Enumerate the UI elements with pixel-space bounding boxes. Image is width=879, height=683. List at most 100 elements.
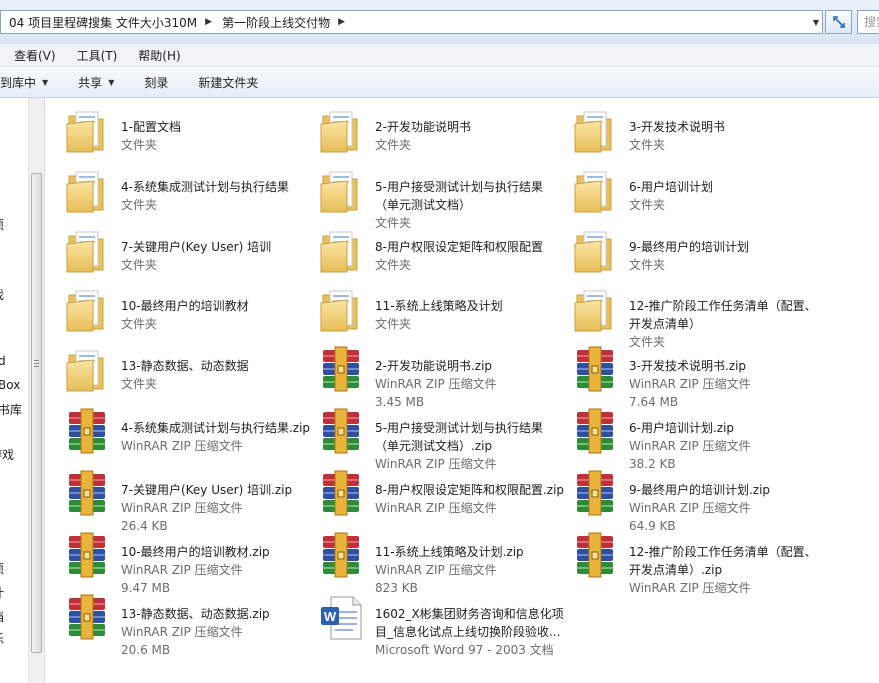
share-button[interactable]: 共享 ▼ [78,74,114,91]
svg-text:W: W [324,609,337,624]
folder-item[interactable]: 6-用户培训计划 文件夹 [571,164,821,222]
folder-item[interactable]: 4-系统集成测试计划与执行结果 文件夹 [63,164,313,222]
file-type: 文件夹 [121,198,158,212]
file-type: 文件夹 [629,258,666,272]
folder-icon [571,226,619,274]
file-name: 3-开发技术说明书 [629,120,725,134]
folder-item[interactable]: 7-关键用户(Key User) 培训 文件夹 [63,224,313,282]
file-type: 文件夹 [121,138,158,152]
file-item[interactable]: 4-系统集成测试计划与执行结果.zip WinRAR ZIP 压缩文件 [63,405,313,463]
refresh-icon [832,16,845,28]
file-type: WinRAR ZIP 压缩文件 [629,377,751,391]
file-item[interactable]: 12-推广阶段工作任务清单（配置、开发点清单）.zip WinRAR ZIP 压缩… [571,529,821,595]
folder-item[interactable]: 2-开发功能说明书 文件夹 [317,104,567,162]
folder-item[interactable]: 12-推广阶段工作任务清单（配置、开发点清单） 文件夹 [571,283,821,349]
nav-item[interactable]: 计 [0,584,4,601]
chevron-down-icon[interactable]: ▼ [809,11,823,33]
share-label: 共享 [78,75,103,90]
folder-item[interactable]: 11-系统上线策略及计划 文件夹 [317,283,567,341]
nav-item[interactable]: 戏 [0,286,4,303]
navigation-pane: 项 戏 d Box 书库 游戏 项 计 档 乐 [0,98,28,683]
refresh-button[interactable] [825,10,852,34]
file-name: 13-静态数据、动态数据.zip [121,607,270,621]
burn-button[interactable]: 刻录 [144,74,168,91]
file-item[interactable]: 10-最终用户的培训教材.zip WinRAR ZIP 压缩文件 9.47 MB [63,529,313,595]
file-name: 9-最终用户的培训计划.zip [629,483,771,497]
burn-label: 刻录 [144,75,169,90]
new-folder-button[interactable]: 新建文件夹 [198,74,258,91]
file-name: 10-最终用户的培训教材 [121,299,249,313]
winrar-icon [63,469,111,517]
file-type: WinRAR ZIP 压缩文件 [121,501,243,515]
file-name: 2-开发功能说明书 [375,120,471,134]
include-in-library-button[interactable]: 包含到库中 ▼ [0,74,48,91]
winrar-icon [571,407,619,455]
folder-item[interactable]: 10-最终用户的培训教材 文件夹 [63,283,313,341]
folder-item[interactable]: 9-最终用户的培训计划 文件夹 [571,224,821,282]
file-name: 10-最终用户的培训教材.zip [121,545,270,559]
nav-item[interactable]: 档 [0,608,4,625]
folder-item[interactable]: 8-用户权限设定矩阵和权限配置 文件夹 [317,224,567,282]
file-item[interactable]: 13-静态数据、动态数据.zip WinRAR ZIP 压缩文件 20.6 MB [63,591,313,657]
nav-scrollbar[interactable] [28,98,45,683]
file-item[interactable]: 3-开发技术说明书.zip WinRAR ZIP 压缩文件 7.64 MB [571,343,821,409]
folder-icon [317,285,365,333]
file-item[interactable]: 5-用户接受测试计划与执行结果（单元测试文档）.zip WinRAR ZIP 压缩… [317,405,567,471]
folder-item[interactable]: 5-用户接受测试计划与执行结果（单元测试文档） 文件夹 [317,164,567,230]
chevron-right-icon[interactable]: ▶ [203,17,214,27]
file-item[interactable]: 7-关键用户(Key User) 培训.zip WinRAR ZIP 压缩文件 26… [63,467,313,533]
menu-help[interactable]: 帮助(H) [124,47,187,64]
file-name: 1-配置文档 [121,120,181,134]
folder-icon [317,106,365,154]
breadcrumb: 04 项目里程碑搜集 文件大小310M ▶ 第一阶段上线交付物 ▶ [1,11,347,33]
nav-item[interactable]: 游戏 [0,446,14,463]
menu-view[interactable]: 查看(V) [0,47,63,64]
winrar-icon [317,531,365,579]
file-item[interactable]: 6-用户培训计划.zip WinRAR ZIP 压缩文件 38.2 KB [571,405,821,471]
grip-line [34,360,39,361]
file-type: WinRAR ZIP 压缩文件 [121,439,243,453]
file-item[interactable]: W 1602_X彬集团财务咨询和信息化项目_信息化试点上线切换阶段验收... Mi… [317,591,567,657]
folder-item[interactable]: 13-静态数据、动态数据 文件夹 [63,343,313,401]
winrar-icon [317,469,365,517]
winrar-icon [317,407,365,455]
file-name: 11-系统上线策略及计划.zip [375,545,524,559]
folder-item[interactable]: 1-配置文档 文件夹 [63,104,313,162]
scrollbar-thumb[interactable] [31,173,42,653]
file-item[interactable]: 2-开发功能说明书.zip WinRAR ZIP 压缩文件 3.45 MB [317,343,567,409]
folder-icon [63,166,111,214]
folder-item[interactable]: 3-开发技术说明书 文件夹 [571,104,821,162]
chevron-down-icon: ▼ [42,77,49,87]
nav-item[interactable]: 项 [0,216,4,233]
nav-item[interactable]: Box [0,378,20,392]
file-type: WinRAR ZIP 压缩文件 [375,501,497,515]
file-type: WinRAR ZIP 压缩文件 [121,625,243,639]
new-folder-label: 新建文件夹 [198,75,259,90]
file-item[interactable]: 11-系统上线策略及计划.zip WinRAR ZIP 压缩文件 823 KB [317,529,567,595]
nav-item[interactable]: 项 [0,560,4,577]
file-item[interactable]: 9-最终用户的培训计划.zip WinRAR ZIP 压缩文件 64.9 KB [571,467,821,533]
search-input[interactable]: 搜索 [857,10,879,34]
word-icon: W [317,593,365,641]
folder-icon [317,166,365,214]
winrar-icon [63,593,111,641]
nav-item[interactable]: 书库 [0,401,22,418]
file-name: 5-用户接受测试计划与执行结果（单元测试文档） [375,180,543,212]
file-type: 文件夹 [121,377,158,391]
file-name: 13-静态数据、动态数据 [121,359,249,373]
menu-tools[interactable]: 工具(T) [63,47,125,64]
breadcrumb-item[interactable]: 04 项目里程碑搜集 文件大小310M [1,14,203,31]
nav-item[interactable]: d [0,354,6,368]
file-item[interactable]: 8-用户权限设定矩阵和权限配置.zip WinRAR ZIP 压缩文件 [317,467,567,525]
file-name: 7-关键用户(Key User) 培训 [121,240,272,254]
folder-icon [63,285,111,333]
address-field[interactable]: 04 项目里程碑搜集 文件大小310M ▶ 第一阶段上线交付物 ▶ ▼ [0,10,823,34]
breadcrumb-item[interactable]: 第一阶段上线交付物 [214,14,336,31]
file-name: 6-用户培训计划 [629,180,713,194]
file-type: WinRAR ZIP 压缩文件 [375,377,497,391]
folder-icon [63,106,111,154]
file-name: 11-系统上线策略及计划 [375,299,503,313]
nav-item[interactable]: 乐 [0,630,4,647]
file-list: 1-配置文档 文件夹 2-开发功能说明书 文件夹 3-开发技术说明书 文件夹 4-系统… [45,98,879,683]
chevron-right-icon[interactable]: ▶ [336,17,347,27]
